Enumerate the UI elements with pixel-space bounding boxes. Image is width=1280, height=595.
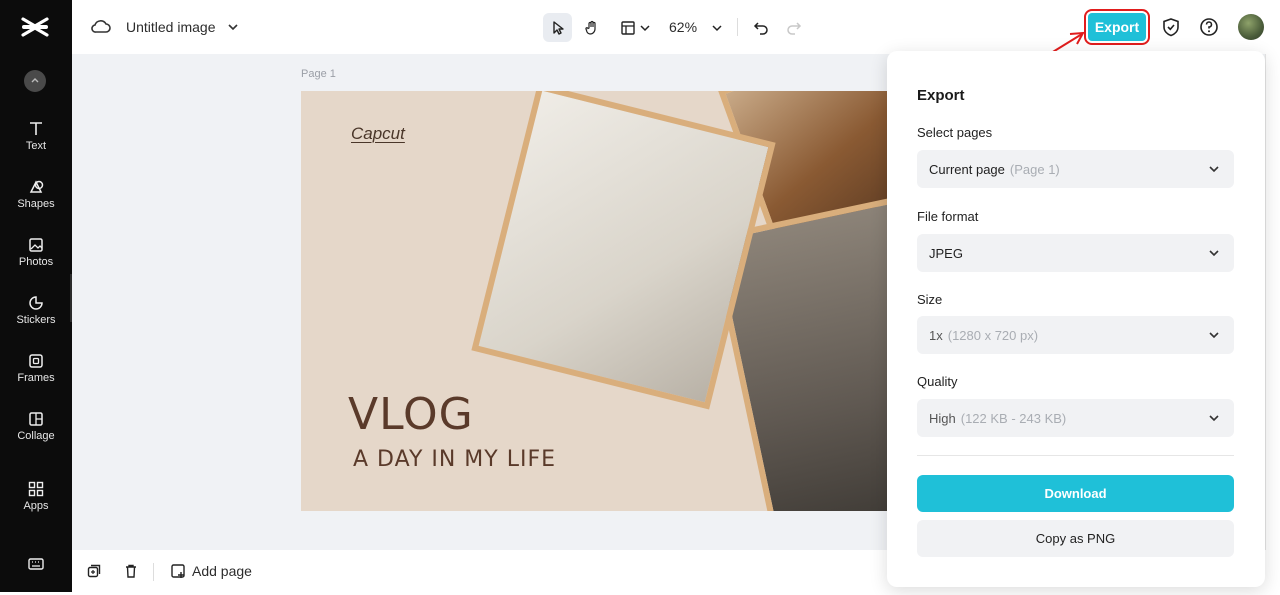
chevron-down-icon	[639, 24, 650, 31]
hand-icon	[584, 20, 596, 35]
undo-button[interactable]	[749, 13, 773, 42]
sidebar-item-label: Stickers	[16, 314, 56, 326]
sidebar-item-label: Shapes	[17, 198, 55, 210]
file-format-dropdown[interactable]: JPEG	[917, 234, 1234, 272]
size-value: 1x	[929, 327, 943, 343]
select-pages-value: Current page	[929, 161, 1005, 177]
design-slide[interactable]: Capcut VLOG A DAY IN MY LIFE	[301, 91, 901, 511]
woman-graffiti-wall-photo[interactable]	[471, 91, 776, 410]
photos-icon	[29, 238, 43, 252]
collage-icon	[29, 412, 43, 426]
page-label: Page 1	[301, 68, 336, 80]
export-button[interactable]: Export	[1084, 9, 1150, 45]
select-pages-hint: (Page 1)	[1009, 161, 1060, 177]
select-tool-button[interactable]	[543, 13, 572, 42]
subheadline-text[interactable]: A DAY IN MY LIFE	[353, 447, 556, 472]
layout-icon	[620, 20, 635, 35]
upload-button[interactable]	[24, 70, 46, 92]
chevron-down-icon	[1209, 166, 1219, 173]
file-format-value: JPEG	[929, 245, 963, 261]
size-hint: (1280 x 720 px)	[947, 327, 1039, 343]
export-panel: Export Select pages Current page (Page 1…	[887, 51, 1265, 587]
cloud-icon[interactable]	[90, 17, 112, 37]
trash-icon[interactable]	[123, 563, 139, 579]
sidebar-item-label: Text	[25, 140, 47, 152]
left-sidebar: Text Shapes Photos Stickers Frames Colla…	[0, 0, 72, 592]
document-title[interactable]: Untitled image	[126, 19, 216, 35]
redo-icon	[787, 21, 802, 35]
sidebar-item-stickers[interactable]: Stickers	[0, 294, 72, 326]
sidebar-item-text[interactable]: Text	[0, 120, 72, 152]
add-page-label: Add page	[192, 563, 252, 579]
keyboard-icon	[28, 558, 44, 570]
add-page-icon	[171, 564, 185, 578]
select-pages-label: Select pages	[917, 125, 993, 140]
stickers-icon	[29, 296, 43, 310]
bottombar-divider	[153, 563, 154, 581]
chevron-down-icon[interactable]	[227, 21, 239, 33]
chevron-down-icon	[1209, 332, 1219, 339]
undo-icon	[753, 21, 768, 35]
quality-hint: (122 KB - 243 KB)	[960, 410, 1067, 426]
zoom-level[interactable]: 62%	[669, 19, 697, 35]
layout-dropdown-button[interactable]	[615, 13, 655, 42]
apps-icon	[28, 481, 44, 497]
copy-as-png-button[interactable]: Copy as PNG	[917, 520, 1234, 557]
add-page-button[interactable]: Add page	[170, 563, 252, 579]
sidebar-item-label: Collage	[17, 430, 55, 442]
brand-text[interactable]: Capcut	[351, 124, 405, 144]
sidebar-item-label: Apps	[23, 500, 49, 512]
shield-icon[interactable]	[1160, 16, 1182, 38]
help-icon[interactable]	[1198, 16, 1220, 38]
headline-text[interactable]: VLOG	[348, 389, 474, 440]
avatar[interactable]	[1238, 14, 1264, 40]
sidebar-item-apps[interactable]: Apps	[0, 480, 72, 512]
panel-divider	[917, 455, 1234, 456]
quality-value: High	[929, 410, 956, 426]
top-toolbar: Untitled image 62% Export	[72, 0, 1280, 54]
file-format-label: File format	[917, 209, 979, 224]
zoom-dropdown-button[interactable]	[707, 13, 727, 42]
sidebar-item-frames[interactable]: Frames	[0, 352, 72, 384]
frames-icon	[29, 354, 43, 368]
download-button[interactable]: Download	[917, 475, 1234, 512]
text-icon	[30, 122, 42, 135]
duplicate-page-icon[interactable]	[86, 563, 102, 579]
chevron-down-icon	[1209, 415, 1219, 422]
cursor-icon	[552, 20, 564, 35]
chevron-up-icon	[31, 78, 39, 83]
chevron-down-icon	[712, 24, 722, 31]
sidebar-item-collage[interactable]: Collage	[0, 410, 72, 442]
quality-dropdown[interactable]: High (122 KB - 243 KB)	[917, 399, 1234, 437]
chevron-down-icon	[1209, 250, 1219, 257]
hand-tool-button[interactable]	[577, 13, 606, 42]
quality-label: Quality	[917, 374, 958, 389]
redo-button[interactable]	[782, 13, 806, 42]
right-edge-panel	[1265, 54, 1280, 550]
toolbar-divider	[737, 18, 738, 36]
keyboard-shortcuts-button[interactable]	[0, 555, 72, 573]
size-label: Size	[917, 292, 943, 307]
sidebar-item-photos[interactable]: Photos	[0, 236, 72, 268]
export-panel-title: Export	[917, 87, 965, 104]
select-pages-dropdown[interactable]: Current page (Page 1)	[917, 150, 1234, 188]
shapes-icon	[29, 180, 44, 193]
capcut-logo-icon[interactable]	[20, 14, 50, 40]
sidebar-item-shapes[interactable]: Shapes	[0, 178, 72, 210]
sidebar-item-label: Photos	[18, 256, 54, 268]
size-dropdown[interactable]: 1x (1280 x 720 px)	[917, 316, 1234, 354]
sidebar-item-label: Frames	[17, 372, 55, 384]
